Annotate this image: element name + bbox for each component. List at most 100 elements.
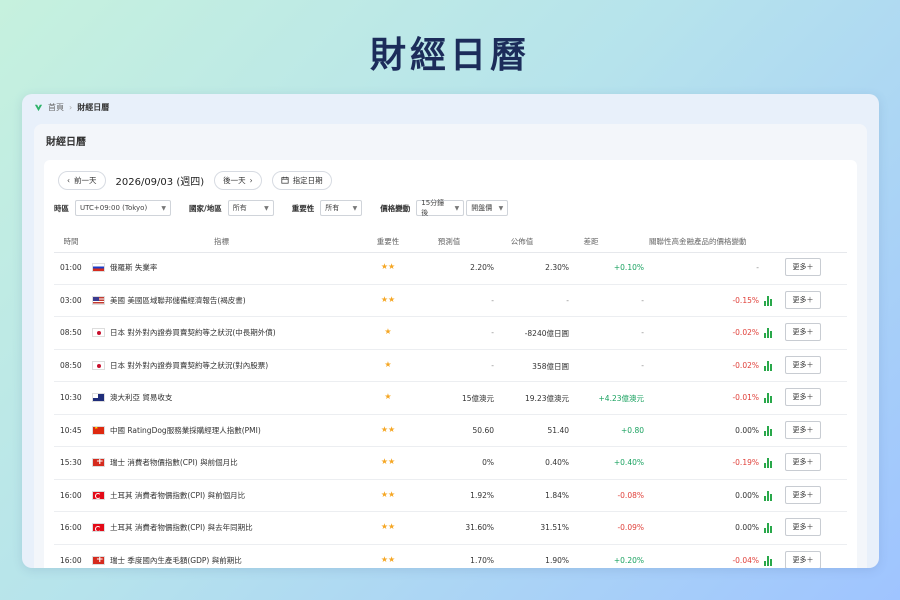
col-diff: 差距 <box>583 237 599 246</box>
row-indicator[interactable]: 中國 RatingDog服務業採購經理人指數(PMI) <box>92 425 261 436</box>
caret-down-icon: ▼ <box>352 204 358 212</box>
row-change: - <box>756 263 759 272</box>
row-change: 0.00% <box>735 523 759 532</box>
date-navigation: ‹ 前一天 2026/09/03 (週四) 後一天 › 指定日期 <box>58 171 332 190</box>
table-row: 15:30 瑞士 消費者物價指數(CPI) 與前個月比 ★★ 0% 0.40% … <box>54 447 847 480</box>
switzerland-flag-icon <box>92 458 105 467</box>
australia-flag-icon <box>92 393 105 402</box>
bar-chart-icon[interactable] <box>764 523 774 533</box>
row-time: 10:30 <box>60 393 82 402</box>
importance-stars: ★★ <box>380 522 396 531</box>
row-change: -0.02% <box>732 328 759 337</box>
bar-chart-icon[interactable] <box>764 425 774 436</box>
pick-date-label: 指定日期 <box>292 176 323 185</box>
importance-stars: ★★ <box>380 457 396 466</box>
row-indicator[interactable]: 土耳其 消費者物價指數(CPI) 與前個月比 <box>92 490 245 501</box>
more-button[interactable]: 更多＋ <box>785 420 821 439</box>
bar-chart-icon[interactable] <box>764 328 774 338</box>
breadcrumb-home[interactable]: 首頁 <box>48 102 64 113</box>
calendar-icon <box>281 176 289 186</box>
row-indicator[interactable]: 土耳其 消費者物價指數(CPI) 與去年同期比 <box>92 522 253 533</box>
row-indicator[interactable]: 日本 對外對內證券買賣契約等之狀況(對內股票) <box>92 360 268 371</box>
row-forecast: 50.60 <box>472 425 494 435</box>
row-indicator[interactable]: 美國 美國區域聯邦儲備經濟報告(褐皮書) <box>92 295 246 306</box>
next-day-label: 後一天 <box>223 176 246 185</box>
row-indicator-label: 中國 RatingDog服務業採購經理人指數(PMI) <box>110 425 261 435</box>
row-indicator[interactable]: 澳大利亞 貿易收支 <box>92 392 172 403</box>
russia-flag-icon <box>92 263 105 272</box>
usa-flag-icon <box>92 295 105 305</box>
more-button[interactable]: 更多＋ <box>785 323 821 341</box>
more-button[interactable]: 更多＋ <box>785 485 821 504</box>
row-diff: - <box>641 295 644 305</box>
bar-chart-icon[interactable] <box>764 490 774 501</box>
table-row: 08:50 日本 對外對內證券買賣契約等之狀況(對內股票) ★ - 358億日圓… <box>54 350 847 382</box>
prev-day-button[interactable]: ‹ 前一天 <box>58 171 106 190</box>
bar-chart-icon[interactable] <box>764 393 774 403</box>
row-change: 0.00% <box>735 490 759 500</box>
caret-down-icon: ▼ <box>161 204 166 212</box>
more-button[interactable]: 更多＋ <box>785 550 821 568</box>
row-diff: -0.09% <box>617 523 644 532</box>
row-time: 16:00 <box>60 490 82 500</box>
home-icon <box>34 103 43 112</box>
timezone-value: UTC+09:00 (Tokyo) <box>80 204 148 212</box>
price-change-label: 價格變動 <box>380 203 411 213</box>
row-indicator[interactable]: 瑞士 季度國內生產毛額(GDP) 與前期比 <box>92 555 242 566</box>
row-forecast: 15億澳元 <box>461 394 494 403</box>
row-indicator-label: 瑞士 消費者物價指數(CPI) 與前個月比 <box>110 458 238 467</box>
timezone-select[interactable]: UTC+09:00 (Tokyo) ▼ <box>75 200 171 216</box>
row-diff: -0.08% <box>617 490 644 500</box>
bar-chart-icon[interactable] <box>764 458 774 468</box>
bar-chart-icon[interactable] <box>764 360 774 371</box>
next-day-button[interactable]: 後一天 › <box>214 171 262 190</box>
more-button[interactable]: 更多＋ <box>785 290 821 309</box>
more-button[interactable]: 更多＋ <box>785 258 821 276</box>
row-time: 10:45 <box>60 425 82 435</box>
more-button[interactable]: 更多＋ <box>785 453 821 471</box>
row-actual: 19.23億澳元 <box>525 394 569 403</box>
row-indicator[interactable]: 瑞士 消費者物價指數(CPI) 與前個月比 <box>92 457 238 468</box>
bar-chart-icon[interactable] <box>764 555 774 566</box>
more-button[interactable]: 更多＋ <box>785 355 821 374</box>
row-change: -0.15% <box>732 295 759 305</box>
row-indicator-label: 俄羅斯 失業率 <box>110 263 158 272</box>
row-actual: 2.30% <box>545 263 569 272</box>
bar-chart-icon[interactable] <box>764 295 774 306</box>
importance-stars: ★★ <box>380 294 396 304</box>
table-row: 08:50 日本 對外對內證券買賣契約等之狀況(中長期外債) ★ - -8240… <box>54 317 847 350</box>
more-button[interactable]: 更多＋ <box>785 518 821 536</box>
price-type-select[interactable]: 開盤價 ▼ <box>466 200 509 216</box>
row-actual: 1.90% <box>545 555 569 565</box>
row-actual: -8240億日圓 <box>524 329 569 338</box>
price-interval-select[interactable]: 15分鐘後 ▼ <box>416 199 465 217</box>
row-indicator-label: 美國 美國區域聯邦儲備經濟報告(褐皮書) <box>110 295 246 305</box>
table-row: 16:00 土耳其 消費者物價指數(CPI) 與前個月比 ★★ 1.92% 1.… <box>54 480 847 512</box>
table-row: 10:45 中國 RatingDog服務業採購經理人指數(PMI) ★★ 50.… <box>54 415 847 447</box>
hero-title: 財經日曆 <box>369 35 530 76</box>
importance-select[interactable]: 所有 ▼ <box>320 200 363 216</box>
row-diff: +4.23億澳元 <box>598 394 644 403</box>
row-time: 16:00 <box>60 555 82 565</box>
row-forecast: 2.20% <box>470 263 494 272</box>
row-forecast: - <box>491 360 494 370</box>
row-forecast: - <box>491 295 494 305</box>
row-indicator[interactable]: 日本 對外對內證券買賣契約等之狀況(中長期外債) <box>92 327 276 338</box>
table-header: 時間 指標 重要性 預測值 公佈值 差距 關聯性高金融產品的價格變動 <box>54 230 847 253</box>
more-button[interactable]: 更多＋ <box>785 388 821 406</box>
breadcrumb: 首頁 › 財經日曆 <box>22 94 879 120</box>
row-change: -0.04% <box>732 555 759 565</box>
region-label: 國家/地區 <box>189 203 222 213</box>
price-type-value: 開盤價 <box>471 204 493 212</box>
col-time: 時間 <box>63 237 79 246</box>
chevron-left-icon: ‹ <box>67 176 70 185</box>
filter-bar: 時區 UTC+09:00 (Tokyo) ▼ 國家/地區 所有 ▼ 重要性 所有 ▼ … <box>54 199 509 217</box>
row-diff: +0.80 <box>621 425 644 435</box>
row-time: 16:00 <box>60 523 82 532</box>
row-indicator-label: 日本 對外對內證券買賣契約等之狀況(對內股票) <box>110 360 269 370</box>
chevron-right-icon: › <box>249 176 253 185</box>
pick-date-button[interactable]: 指定日期 <box>271 171 332 190</box>
row-indicator-label: 土耳其 消費者物價指數(CPI) 與前個月比 <box>110 490 246 500</box>
region-select[interactable]: 所有 ▼ <box>227 200 274 216</box>
row-indicator[interactable]: 俄羅斯 失業率 <box>92 262 157 273</box>
